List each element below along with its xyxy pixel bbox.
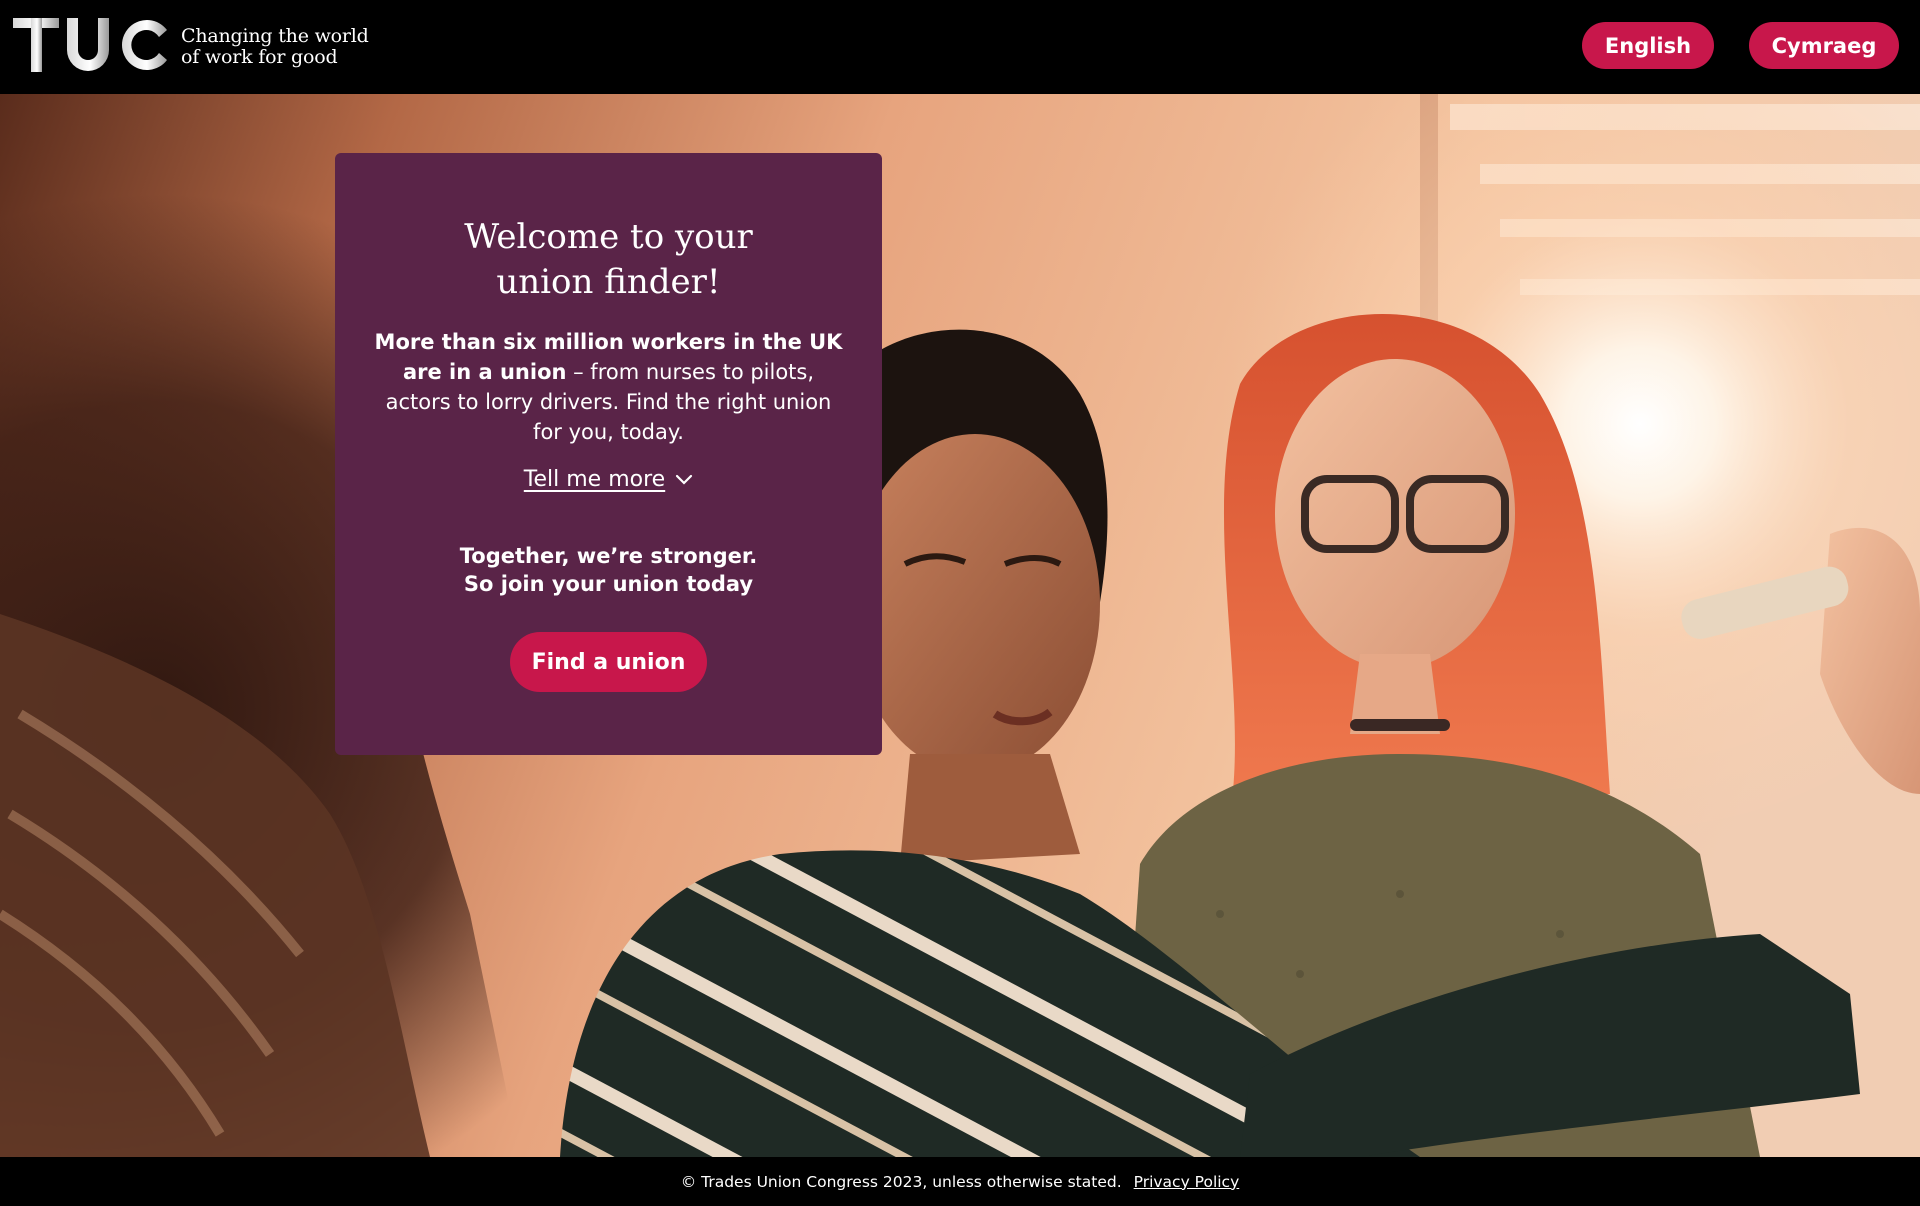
together-line-1: Together, we’re stronger. bbox=[459, 544, 758, 568]
together-message: Together, we’re stronger. So join your u… bbox=[371, 542, 846, 598]
card-title: Welcome to your union finder! bbox=[371, 215, 846, 305]
tell-me-more-link[interactable]: Tell me more bbox=[524, 467, 693, 492]
language-english-button[interactable]: English bbox=[1582, 22, 1714, 69]
tuc-logo-icon bbox=[13, 18, 167, 72]
card-intro: More than six million workers in the UK … bbox=[371, 327, 846, 447]
logo-tagline: Changing the world of work for good bbox=[181, 26, 369, 68]
hero-photo bbox=[0, 94, 1920, 1157]
card-title-line-2: union finder! bbox=[496, 262, 721, 302]
chevron-down-icon bbox=[676, 474, 693, 485]
copyright-text: © Trades Union Congress 2023, unless oth… bbox=[680, 1172, 1122, 1191]
union-finder-page: Changing the world of work for good Engl… bbox=[0, 0, 1920, 1206]
tuc-logo[interactable]: Changing the world of work for good bbox=[13, 16, 369, 74]
tagline-line-2: of work for good bbox=[181, 46, 338, 68]
together-line-2: So join your union today bbox=[463, 572, 754, 596]
find-a-union-button[interactable]: Find a union bbox=[510, 632, 707, 692]
hero-image bbox=[0, 94, 1920, 1157]
site-header: Changing the world of work for good Engl… bbox=[0, 0, 1920, 94]
card-title-line-1: Welcome to your bbox=[464, 217, 753, 257]
welcome-card: Welcome to your union finder! More than … bbox=[335, 153, 882, 755]
tagline-line-1: Changing the world bbox=[181, 25, 369, 47]
language-cymraeg-button[interactable]: Cymraeg bbox=[1749, 22, 1899, 69]
tell-me-more-label: Tell me more bbox=[523, 467, 666, 492]
privacy-policy-link[interactable]: Privacy Policy bbox=[1134, 1173, 1240, 1191]
site-footer: © Trades Union Congress 2023, unless oth… bbox=[0, 1157, 1920, 1206]
